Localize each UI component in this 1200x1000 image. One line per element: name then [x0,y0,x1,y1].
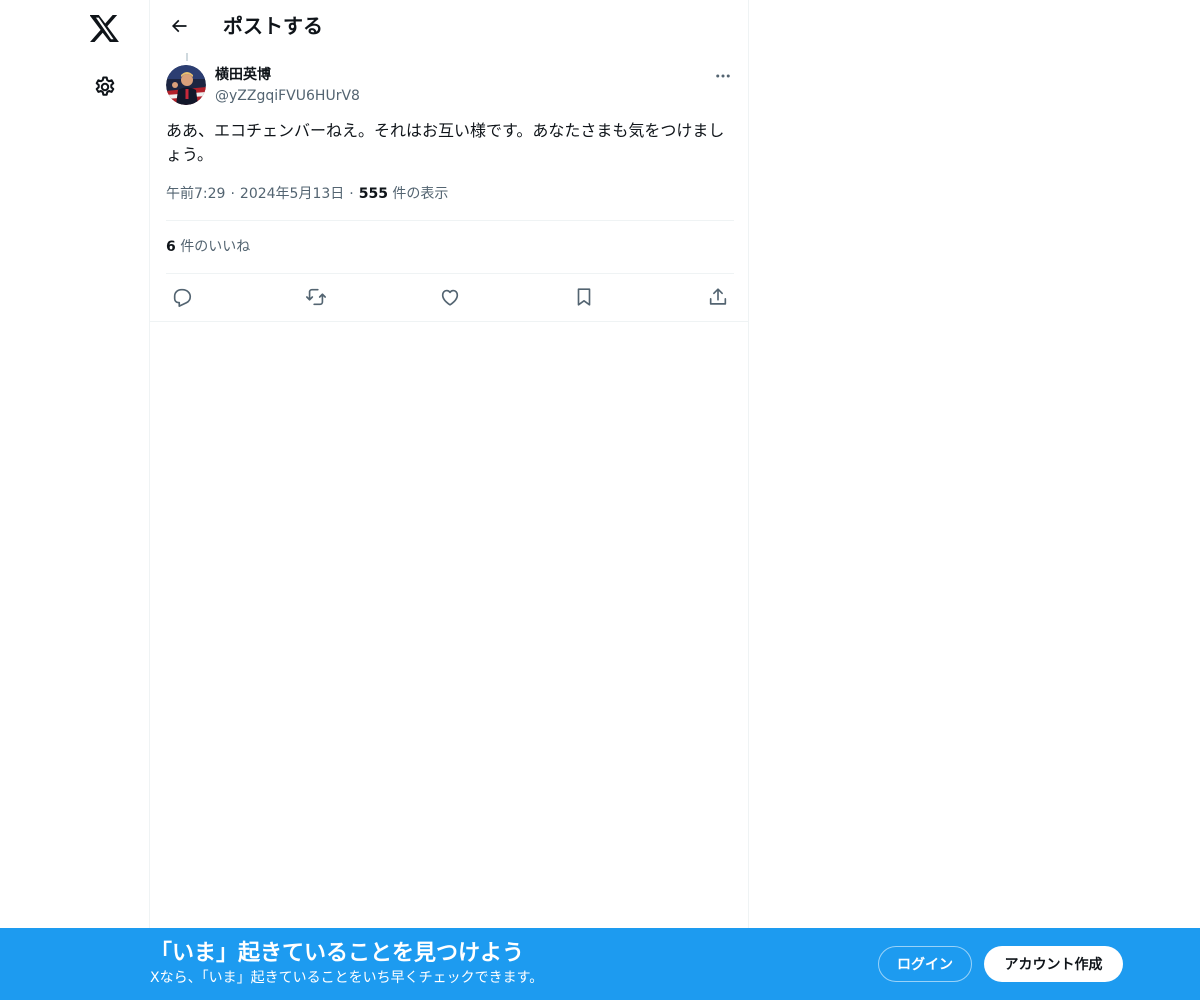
tweet-text: ああ、エコチェンバーねえ。それはお互い様です。あなたさまも気をつけましょう。 [166,121,725,164]
like-button[interactable] [433,280,467,314]
login-button[interactable]: ログイン [878,946,972,982]
tweet-meta: 午前7:29 · 2024年5月13日 · 555 件の表示 [166,184,448,204]
back-button[interactable] [162,9,196,43]
tweet-time-link[interactable]: 午前7:29 · 2024年5月13日 [166,186,344,202]
author-handle[interactable]: @yZZgqiFVU6HUrV8 [215,87,360,105]
page-title: ポストする [223,14,323,38]
divider [150,321,748,322]
views-label: 件の表示 [392,186,449,202]
x-logo-icon[interactable] [81,4,129,52]
ellipsis-icon [716,74,730,78]
share-button[interactable] [701,280,735,314]
divider [166,273,734,274]
reply-button[interactable] [165,280,199,314]
tweet-date: 2024年5月13日 [239,186,345,202]
likes-count: 6 [166,239,176,255]
avatar[interactable] [166,65,206,105]
share-icon [709,288,727,305]
main-column: ポストする 横田英博 @yZZgqiFVU6HUrV8 ああ、エコチェンバーねえ… [149,0,749,1000]
bookmark-button[interactable] [567,280,601,314]
banner-subtitle: Xなら、「いま」起きていることをいち早くチェックできます。 [150,970,544,986]
views-count: 555 [358,186,388,202]
retweet-button[interactable] [299,280,333,314]
reply-icon [173,288,192,307]
more-options-button[interactable] [708,61,738,91]
arrow-left-icon [171,19,187,33]
thread-line [186,53,188,61]
gear-icon[interactable] [81,63,129,111]
tweet-time: 午前7:29 [166,186,226,202]
author-name[interactable]: 横田英博 [215,66,271,84]
meta-separator: · [349,186,354,202]
left-nav [0,0,150,1000]
likes-label: 件のいいね [180,239,251,255]
signup-button[interactable]: アカウント作成 [984,946,1123,982]
divider [166,220,734,221]
tweet-actions [150,280,748,314]
page-header: ポストする [150,0,748,53]
like-icon [441,289,459,306]
retweet-icon [306,288,326,306]
likes-link[interactable]: 6 件のいいね [166,237,250,257]
banner-title: 「いま」起きていることを見つけよう [150,941,525,966]
bookmark-icon [577,288,591,306]
meta-separator: · [230,186,235,202]
